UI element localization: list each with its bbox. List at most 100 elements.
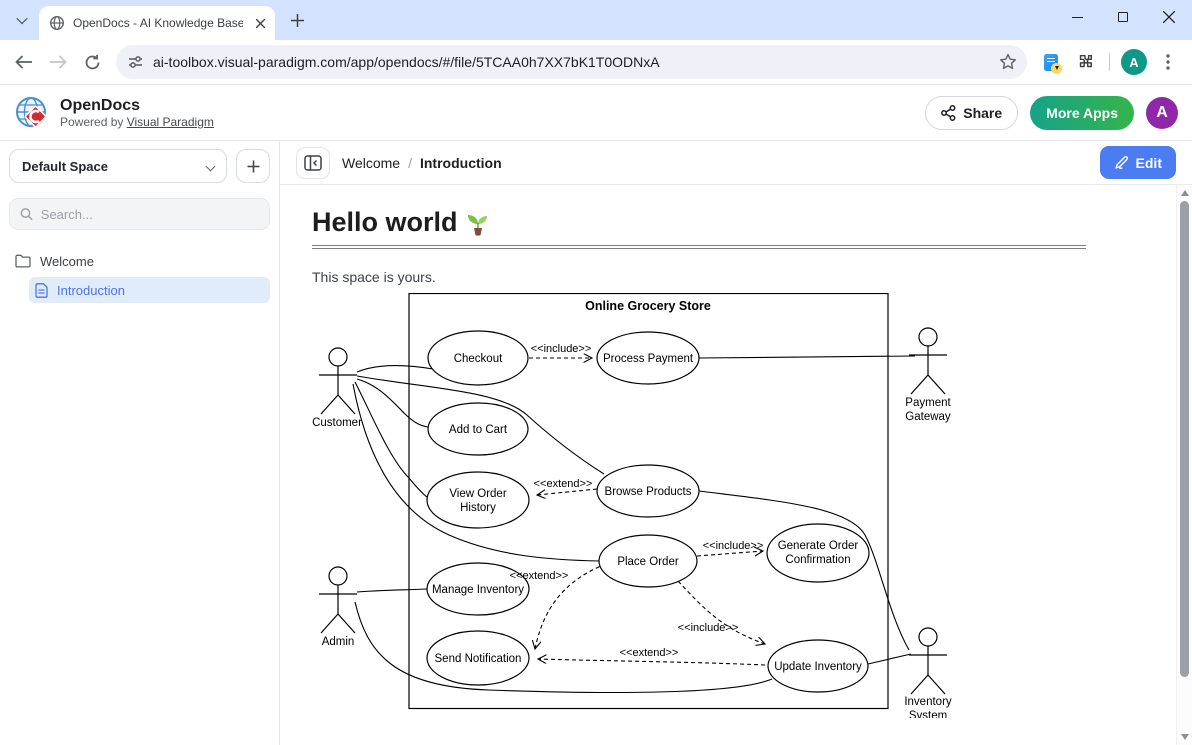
usecase-label: View Order [449, 488, 506, 500]
edit-button[interactable]: Edit [1100, 146, 1176, 179]
stereotype-extend: <<extend>> [510, 570, 569, 582]
sidebar-toggle-button[interactable] [296, 147, 330, 179]
reload-icon [84, 54, 101, 71]
share-button[interactable]: Share [925, 96, 1018, 130]
share-icon [941, 105, 956, 121]
sidebar-item-introduction[interactable]: Introduction [29, 277, 270, 303]
search-box[interactable] [9, 198, 270, 230]
docs-offline-extension-icon[interactable] [1035, 46, 1067, 78]
stereotype-extend: <<extend>> [620, 647, 679, 659]
usecase-view-order-history[interactable] [427, 472, 529, 528]
system-title: Online Grocery Store [585, 299, 711, 313]
folder-icon [15, 254, 31, 268]
usecase-label: Update Inventory [774, 661, 862, 673]
actor-inventory-system[interactable] [909, 628, 947, 694]
forward-icon [49, 55, 67, 69]
stereotype-include: <<include>> [703, 540, 764, 552]
opendocs-logo-icon [14, 95, 50, 131]
search-input[interactable] [41, 207, 259, 222]
breadcrumb-current: Introduction [420, 155, 502, 171]
maximize-icon [1118, 12, 1128, 22]
tab-title: OpenDocs - AI Knowledge Base [73, 16, 243, 30]
usecase-generate-order-confirmation[interactable] [767, 524, 869, 582]
chevron-down-icon [206, 161, 216, 171]
actor-payment-gateway[interactable] [909, 328, 947, 394]
seedling-emoji [466, 210, 490, 236]
actor-admin[interactable] [319, 567, 357, 633]
account-avatar[interactable]: A [1146, 97, 1178, 129]
maximize-button[interactable] [1100, 0, 1146, 34]
body-text: This space is yours. [312, 269, 1132, 285]
minimize-button[interactable] [1054, 0, 1100, 34]
stereotype-include: <<include>> [678, 622, 739, 634]
browser-titlebar: OpenDocs - AI Knowledge Base [0, 0, 1192, 40]
actor-label: Admin [322, 636, 355, 648]
visual-paradigm-link[interactable]: Visual Paradigm [127, 115, 214, 129]
usecase-label: Browse Products [605, 486, 692, 498]
reload-button[interactable] [76, 46, 108, 78]
scrollbar-up-arrow[interactable] [1181, 190, 1189, 196]
tree-item-label: Welcome [40, 254, 94, 269]
more-apps-button[interactable]: More Apps [1030, 96, 1134, 130]
breadcrumb-bar: Welcome / Introduction Edit [280, 141, 1192, 185]
usecase-label: Generate Order [778, 540, 859, 552]
actor-label: Inventory [904, 696, 952, 708]
document-icon [35, 283, 48, 298]
page-title: Hello world [312, 207, 1132, 238]
globe-favicon-icon [49, 15, 65, 31]
usecase-label: Process Payment [603, 353, 694, 365]
usecase-label: Manage Inventory [432, 584, 524, 596]
tree-item-label: Introduction [57, 283, 125, 298]
scrollbar-down-arrow[interactable] [1181, 734, 1189, 740]
sidebar-item-welcome[interactable]: Welcome [9, 248, 270, 274]
breadcrumb-separator: / [408, 155, 412, 171]
usecase-label: Add to Cart [449, 424, 508, 436]
usecase-label: Checkout [454, 353, 503, 365]
usecase-label: Send Notification [435, 653, 522, 665]
browser-profile-avatar[interactable]: A [1118, 46, 1150, 78]
add-space-button[interactable] [236, 149, 270, 183]
new-tab-button[interactable] [283, 6, 311, 34]
url-bar[interactable]: ai-toolbox.visual-paradigm.com/app/opend… [116, 45, 1027, 79]
scrollbar[interactable] [1176, 185, 1192, 745]
close-button[interactable] [1146, 0, 1192, 34]
search-icon [20, 207, 33, 221]
browser-tab[interactable]: OpenDocs - AI Knowledge Base [39, 6, 275, 40]
usecase-label: Confirmation [785, 554, 850, 566]
actor-label: System [909, 710, 947, 718]
tab-search-button[interactable] [8, 6, 36, 34]
back-button[interactable] [8, 46, 40, 78]
sidebar: Default Space Welcome Introduction [0, 141, 280, 745]
extensions-puzzle-icon[interactable] [1069, 46, 1101, 78]
actor-label: Customer [312, 417, 362, 429]
plus-icon [247, 160, 260, 173]
actor-label: Gateway [905, 411, 951, 423]
browser-menu-kebab-icon[interactable] [1152, 46, 1184, 78]
heading-divider [312, 245, 1086, 249]
actor-customer[interactable] [319, 348, 357, 414]
site-info-icon[interactable] [128, 55, 143, 69]
breadcrumb-parent[interactable]: Welcome [342, 155, 400, 171]
document-scroll-area: Hello world This space is yours. [280, 185, 1192, 745]
usecase-label: History [460, 502, 496, 514]
back-icon [15, 55, 33, 69]
bookmark-star-icon[interactable] [999, 53, 1017, 71]
space-selector-dropdown[interactable]: Default Space [9, 149, 227, 183]
minimize-icon [1072, 17, 1083, 18]
browser-extension-area: A [1035, 46, 1184, 78]
breadcrumb: Welcome / Introduction [342, 155, 502, 171]
close-icon [1163, 11, 1175, 23]
stereotype-extend: <<extend>> [534, 478, 593, 490]
pencil-icon [1114, 155, 1129, 170]
scrollbar-thumb[interactable] [1180, 201, 1189, 677]
actor-label: Payment [905, 397, 951, 409]
forward-button[interactable] [42, 46, 74, 78]
powered-by: Powered by Visual Paradigm [60, 115, 214, 129]
tab-close-icon[interactable] [251, 14, 269, 32]
usecase-label: Place Order [617, 556, 679, 568]
window-controls [1054, 0, 1192, 34]
panel-toggle-icon [304, 155, 322, 171]
use-case-diagram: Online Grocery Store [309, 293, 1132, 723]
brand: OpenDocs Powered by Visual Paradigm [14, 95, 214, 131]
url-text[interactable]: ai-toolbox.visual-paradigm.com/app/opend… [153, 54, 999, 70]
